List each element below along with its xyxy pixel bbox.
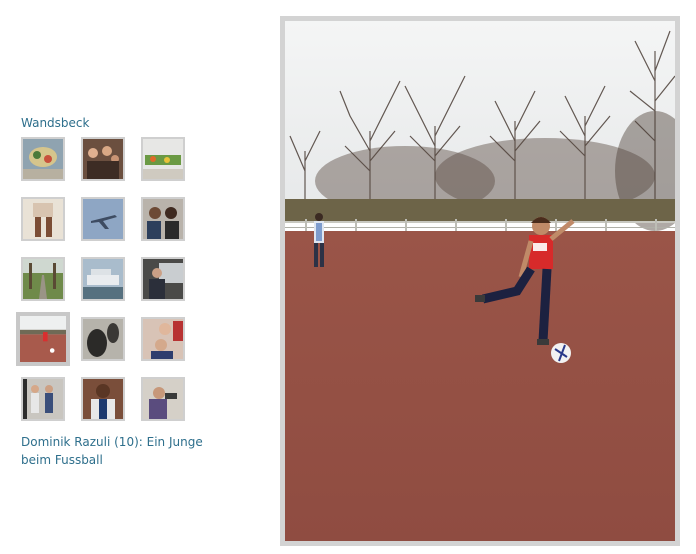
thumbnail-man-car[interactable]: [141, 257, 185, 301]
thumbnail-children-group[interactable]: [141, 317, 185, 361]
main-photo-frame: [280, 16, 680, 546]
thumbnail-boys-portrait[interactable]: [141, 197, 185, 241]
thumbnail-shadow-hand[interactable]: [81, 317, 125, 361]
thumbnail-airplane-sky[interactable]: [81, 197, 125, 241]
thumbnail-tree-path[interactable]: [21, 257, 65, 301]
thumbnail-man-smiling[interactable]: [81, 377, 125, 421]
gallery-title-link[interactable]: Wandsbeck: [21, 116, 89, 130]
thumbnail-food-table[interactable]: [21, 137, 65, 181]
photo-caption-link[interactable]: Dominik Razuli (10): Ein Junge beim Fuss…: [21, 433, 221, 469]
thumbnail-ship[interactable]: [81, 257, 125, 301]
thumbnail-boy-camera[interactable]: [141, 377, 185, 421]
main-photo-image: [285, 21, 675, 541]
thumbnail-boy-football[interactable]: [16, 312, 70, 366]
thumbnail-people-posing[interactable]: [21, 377, 65, 421]
thumbnail-person-legs[interactable]: [21, 197, 65, 241]
thumbnail-buffet[interactable]: [141, 137, 185, 181]
thumbnail-party-crowd[interactable]: [81, 137, 125, 181]
